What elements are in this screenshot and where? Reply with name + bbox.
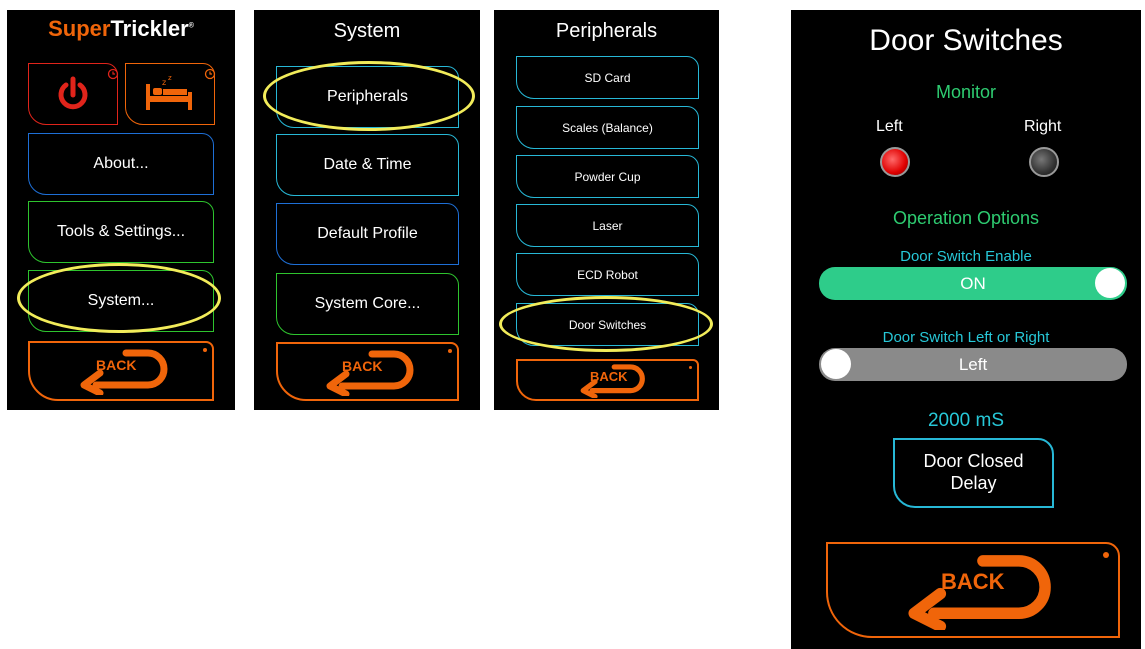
scales-button[interactable]: Scales (Balance)	[516, 106, 699, 149]
back-label: BACK	[342, 358, 383, 374]
back-label: BACK	[96, 357, 137, 373]
tools-settings-label: Tools & Settings...	[56, 223, 186, 240]
peripherals-label: Peripherals	[327, 88, 408, 105]
door-switch-side-toggle[interactable]: Left	[819, 348, 1127, 381]
back-label: BACK	[590, 369, 628, 384]
door-switches-label: Door Switches	[568, 317, 647, 332]
peripherals-menu-screen: Peripherals SD Card Scales (Balance) Pow…	[494, 10, 719, 410]
ecd-robot-button[interactable]: ECD Robot	[516, 253, 699, 296]
door-switches-screen: Door Switches Monitor Left Right Operati…	[791, 10, 1141, 649]
page-title: Door Switches	[869, 24, 1063, 57]
side-toggle-value: Left	[958, 355, 988, 374]
system-label: System...	[87, 292, 155, 309]
default-profile-label: Default Profile	[317, 225, 418, 242]
toggle-knob	[1095, 268, 1125, 298]
back-dot	[203, 348, 207, 352]
enable-toggle-value: ON	[960, 274, 986, 293]
scales-label: Scales (Balance)	[562, 120, 653, 135]
page-title: System	[333, 20, 401, 42]
back-dot	[689, 366, 692, 369]
monitor-heading: Monitor	[935, 82, 997, 102]
about-button[interactable]: About...	[28, 133, 214, 195]
sleep-button[interactable]: z z	[125, 63, 216, 125]
main-menu-screen: SuperTrickler® z z About... Tools & Sett…	[7, 10, 235, 410]
back-dot	[1103, 552, 1109, 558]
left-status-led	[880, 147, 910, 177]
supertrickler-logo: SuperTrickler®	[7, 16, 235, 42]
svg-text:z: z	[168, 74, 172, 82]
laser-button[interactable]: Laser	[516, 204, 699, 247]
sleep-bed-icon: z z	[146, 74, 192, 110]
logo-registered-mark: ®	[188, 22, 194, 30]
back-button[interactable]: BACK	[516, 359, 699, 401]
door-switch-enable-toggle[interactable]: ON	[819, 267, 1127, 300]
delay-value: 2000 mS	[927, 410, 1005, 431]
ecd-robot-label: ECD Robot	[577, 267, 638, 282]
about-label: About...	[93, 155, 149, 172]
system-core-label: System Core...	[314, 295, 421, 312]
system-menu-screen: System Peripherals Date & Time Default P…	[254, 10, 480, 410]
right-monitor-label: Right	[1024, 118, 1062, 135]
sd-card-button[interactable]: SD Card	[516, 56, 699, 99]
svg-text:z: z	[162, 78, 166, 87]
door-closed-delay-label: Door Closed Delay	[923, 451, 1024, 493]
left-monitor-label: Left	[876, 118, 903, 135]
door-switch-enable-label: Door Switch Enable	[900, 248, 1032, 265]
back-button[interactable]: BACK	[826, 542, 1120, 638]
back-button[interactable]: BACK	[276, 342, 459, 401]
sd-card-label: SD Card	[584, 70, 631, 85]
powder-cup-button[interactable]: Powder Cup	[516, 155, 699, 198]
power-button[interactable]	[28, 63, 119, 125]
back-label: BACK	[941, 569, 1005, 594]
date-time-label: Date & Time	[323, 156, 412, 173]
powder-cup-label: Powder Cup	[574, 169, 641, 184]
back-dot	[448, 349, 452, 353]
laser-label: Laser	[592, 218, 623, 233]
timer-icon	[107, 68, 119, 80]
peripherals-button[interactable]: Peripherals	[276, 66, 459, 128]
logo-super-text: Super	[48, 16, 111, 41]
system-core-button[interactable]: System Core...	[276, 273, 459, 335]
logo-trickler-text: Trickler	[110, 16, 189, 41]
door-closed-delay-button[interactable]: Door Closed Delay	[893, 438, 1054, 508]
default-profile-button[interactable]: Default Profile	[276, 203, 459, 265]
system-button[interactable]: System...	[28, 270, 214, 332]
date-time-button[interactable]: Date & Time	[276, 134, 459, 196]
tools-settings-button[interactable]: Tools & Settings...	[28, 201, 214, 263]
timer-icon	[204, 68, 216, 80]
operation-options-heading: Operation Options	[892, 208, 1040, 228]
toggle-knob	[821, 349, 851, 379]
back-button[interactable]: BACK	[28, 341, 214, 401]
door-switch-side-label: Door Switch Left or Right	[882, 329, 1050, 346]
power-icon	[58, 76, 88, 110]
door-switches-button[interactable]: Door Switches	[516, 303, 699, 346]
page-title: Peripherals	[555, 20, 658, 42]
right-status-led	[1029, 147, 1059, 177]
